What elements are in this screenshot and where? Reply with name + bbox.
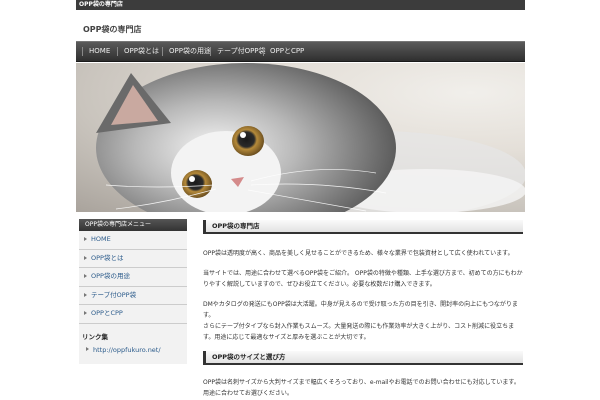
- paragraph: DMやカタログの発送にもOPP袋は大活躍。中身が見えるので受け取った方の目を引き…: [203, 301, 518, 319]
- nav-item-opp-cpp[interactable]: OPPとCPP: [264, 42, 304, 61]
- sidebar-link[interactable]: http://oppfukuro.net/: [79, 341, 187, 354]
- sidebar-item-uses[interactable]: OPP袋の用途: [79, 268, 187, 287]
- sidebar-links-heading: リンク集: [82, 332, 108, 341]
- site-title[interactable]: OPP袋の専門店: [83, 24, 142, 35]
- sidebar-item-home[interactable]: HOME: [79, 231, 187, 250]
- sidebar-item-about[interactable]: OPP袋とは: [79, 250, 187, 268]
- top-bar: OPP袋の専門店: [76, 0, 525, 10]
- section-title: OPP袋の専門店: [203, 220, 523, 234]
- kitten-image: [96, 63, 525, 212]
- hero-banner: [76, 63, 525, 212]
- nav-item-home[interactable]: HOME: [83, 42, 110, 61]
- sidebar: OPP袋の専門店メニュー HOME OPP袋とは OPP袋の用途 テープ付OPP…: [79, 219, 187, 364]
- paragraph: OPP袋は透明度が高く、商品を美しく見せることができるため、様々な業界で包装資材…: [203, 250, 514, 257]
- sidebar-heading: OPP袋の専門店メニュー: [79, 219, 187, 231]
- paragraph: 当サイトでは、用途に合わせて選べるOPP袋をご紹介。 OPP袋の特徴や種類、上手…: [203, 270, 523, 288]
- site-header: OPP袋の専門店: [76, 10, 525, 40]
- nav-item-uses[interactable]: OPP袋の用途: [163, 42, 211, 61]
- nav-item-tape[interactable]: テープ付OPP袋: [211, 42, 266, 61]
- sidebar-item-tape[interactable]: テープ付OPP袋: [79, 287, 187, 305]
- main-nav: HOME OPP袋とは OPP袋の用途 テープ付OPP袋 OPPとCPP: [76, 41, 525, 62]
- top-bar-text: OPP袋の専門店: [79, 1, 123, 8]
- paragraph: さらにテープ付タイプなら封入作業もスムーズ。大量発送の際にも作業効率が大きく上が…: [203, 323, 515, 341]
- section-title: OPP袋のサイズと選び方: [203, 351, 523, 365]
- paragraph: OPP袋は名刺サイズから大判サイズまで幅広くそろっており、e-mailやお電話で…: [203, 379, 520, 397]
- main-content: OPP袋の専門店 OPP袋は透明度が高く、商品を美しく見せることができるため、様…: [203, 220, 523, 399]
- sidebar-item-opp-cpp[interactable]: OPPとCPP: [79, 305, 187, 324]
- nav-item-about[interactable]: OPP袋とは: [118, 42, 159, 61]
